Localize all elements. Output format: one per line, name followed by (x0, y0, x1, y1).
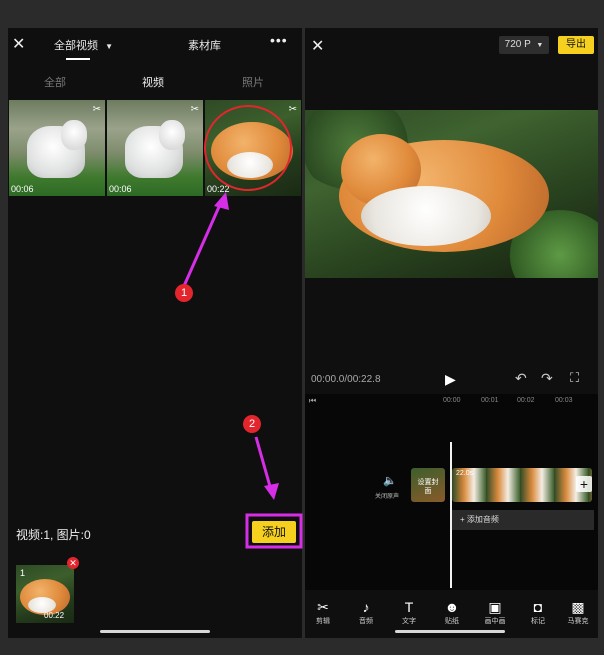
highlight-circle (204, 105, 292, 191)
annotation-overlay (182, 105, 303, 549)
add-button-highlight (245, 513, 303, 549)
step2-arrowhead (264, 483, 279, 500)
step2-arrow (254, 436, 273, 491)
step1-arrow (182, 199, 224, 287)
step1-badge: 1 (175, 284, 193, 302)
step2-badge: 2 (243, 415, 261, 433)
step1-arrowhead (214, 192, 229, 210)
